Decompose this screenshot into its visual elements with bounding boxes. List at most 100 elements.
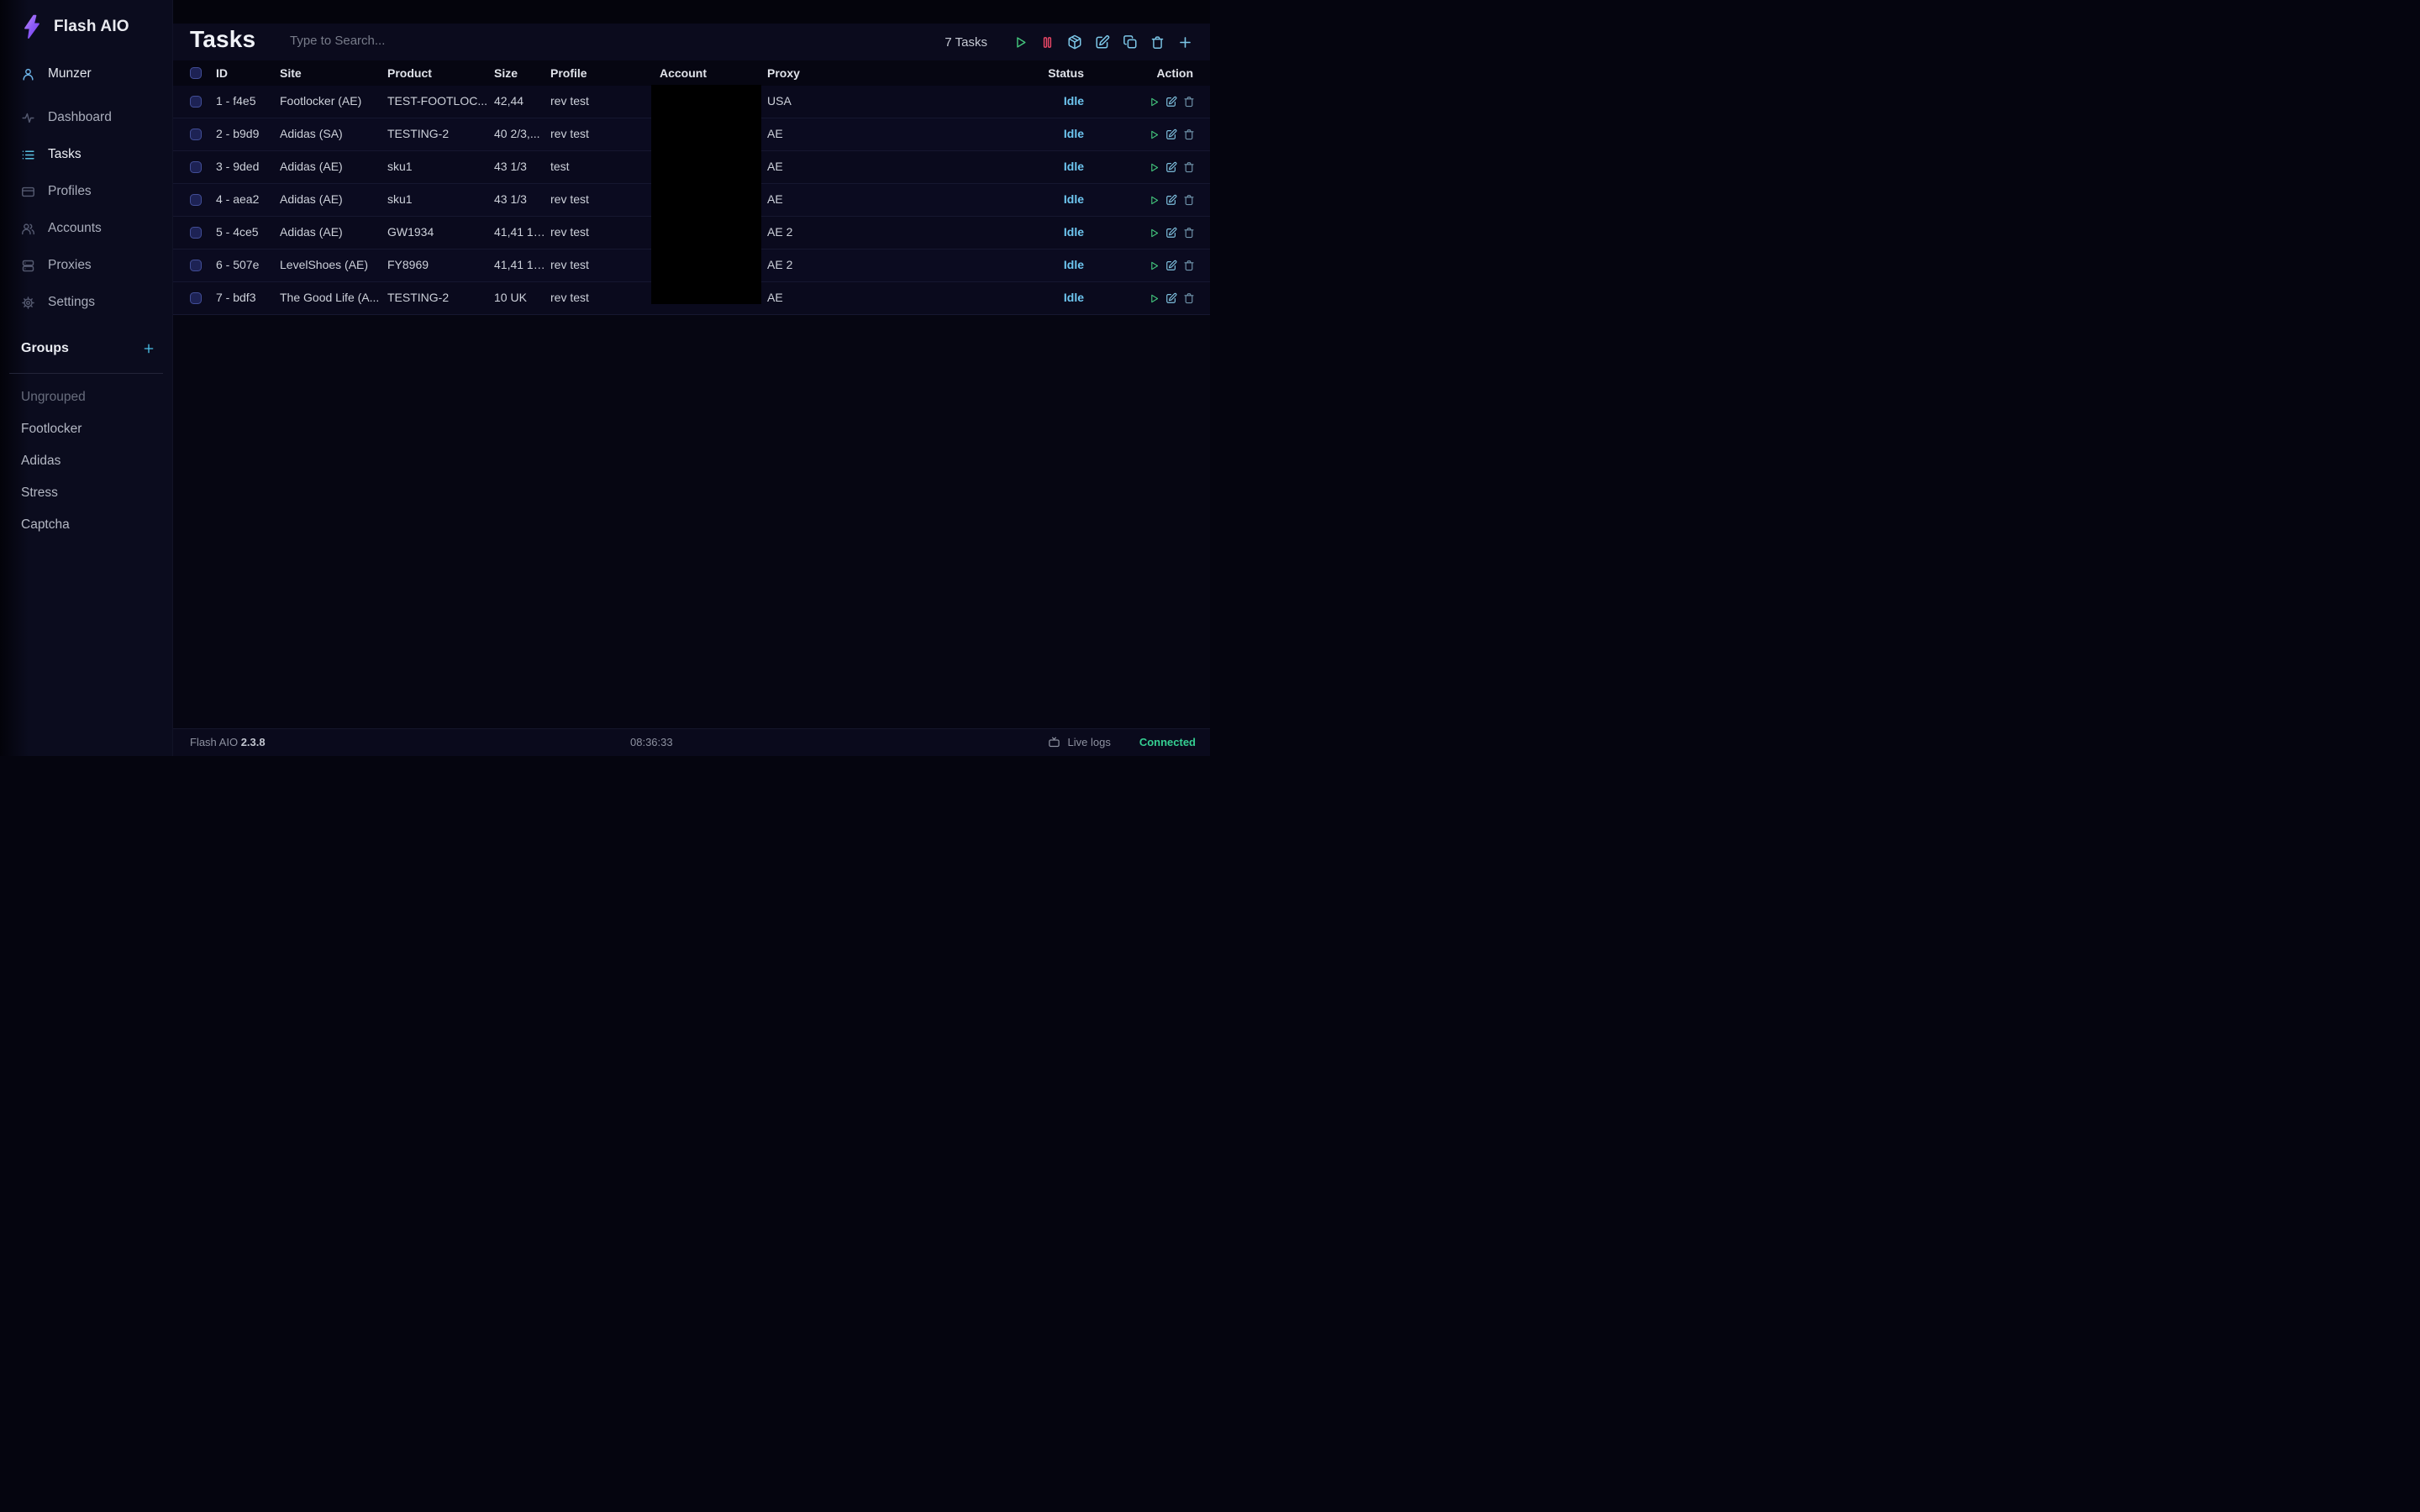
status-badge: Idle <box>1064 217 1084 248</box>
delete-button[interactable] <box>1150 35 1165 50</box>
product-cell: GW1934 <box>387 217 489 248</box>
table-header: ID Site Product Size Profile Account Pro… <box>172 60 1210 87</box>
row-play-button[interactable] <box>1149 162 1160 173</box>
task-id-cell: 1 - f4e5 <box>216 86 275 117</box>
row-edit-button[interactable] <box>1165 194 1177 206</box>
column-header-status: Status <box>1048 60 1084 86</box>
trash-icon <box>1183 161 1195 173</box>
sidebar-group-adidas[interactable]: Adidas <box>0 445 172 477</box>
row-play-button[interactable] <box>1149 260 1160 271</box>
trash-icon <box>1150 35 1165 50</box>
search-input[interactable]: Type to Search... <box>290 34 475 48</box>
site-cell: Adidas (AE) <box>280 184 382 215</box>
sidebar-item-profiles[interactable]: Profiles <box>0 173 172 210</box>
select-all-checkbox[interactable] <box>190 67 202 79</box>
sidebar-item-settings[interactable]: Settings <box>0 284 172 321</box>
main-content: Tasks Type to Search... 7 Tasks ID Site … <box>172 0 1210 756</box>
row-edit-button[interactable] <box>1165 161 1177 173</box>
row-edit-button[interactable] <box>1165 227 1177 239</box>
package-button[interactable] <box>1067 34 1082 50</box>
row-edit-button[interactable] <box>1165 96 1177 108</box>
lightning-bolt-icon <box>21 14 43 39</box>
connection-status: Connected <box>1139 736 1196 748</box>
column-header-product: Product <box>387 60 432 86</box>
row-play-button[interactable] <box>1149 129 1160 140</box>
row-delete-button[interactable] <box>1183 129 1195 140</box>
row-delete-button[interactable] <box>1183 161 1195 173</box>
proxy-cell: AE 2 <box>767 217 847 248</box>
profile-cell: rev test <box>550 249 634 281</box>
row-edit-button[interactable] <box>1165 292 1177 304</box>
column-header-proxy: Proxy <box>767 60 800 86</box>
site-cell: Adidas (AE) <box>280 217 382 248</box>
status-badge: Idle <box>1064 86 1084 117</box>
sidebar-item-dashboard[interactable]: Dashboard <box>0 99 172 136</box>
profile-cell: rev test <box>550 217 634 248</box>
row-checkbox[interactable] <box>190 292 202 304</box>
row-delete-button[interactable] <box>1183 227 1195 239</box>
add-group-button[interactable] <box>142 342 155 355</box>
site-cell: Adidas (SA) <box>280 118 382 150</box>
add-task-button[interactable] <box>1177 34 1193 50</box>
row-checkbox[interactable] <box>190 96 202 108</box>
product-cell: TEST-FOOTLOC... <box>387 86 489 117</box>
row-checkbox[interactable] <box>190 129 202 140</box>
proxy-cell: USA <box>767 86 847 117</box>
sidebar-group-captcha[interactable]: Captcha <box>0 509 172 541</box>
sidebar-item-user[interactable]: Munzer <box>0 55 172 92</box>
product-cell: TESTING-2 <box>387 118 489 150</box>
sidebar-group-footlocker[interactable]: Footlocker <box>0 413 172 445</box>
sidebar: Flash AIO Munzer Dashboard Tasks <box>0 0 173 756</box>
site-cell: The Good Life (A... <box>280 282 382 313</box>
site-cell: Adidas (AE) <box>280 151 382 182</box>
edit-icon <box>1095 34 1110 50</box>
row-delete-button[interactable] <box>1183 96 1195 108</box>
play-icon <box>1149 195 1160 206</box>
size-cell: 43 1/3 <box>494 151 546 182</box>
edit-icon <box>1165 227 1177 239</box>
row-delete-button[interactable] <box>1183 194 1195 206</box>
play-icon <box>1149 228 1160 239</box>
site-cell: LevelShoes (AE) <box>280 249 382 281</box>
sidebar-item-accounts[interactable]: Accounts <box>0 210 172 247</box>
row-edit-button[interactable] <box>1165 260 1177 271</box>
row-checkbox[interactable] <box>190 161 202 173</box>
row-play-button[interactable] <box>1149 97 1160 108</box>
task-id-cell: 5 - 4ce5 <box>216 217 275 248</box>
sidebar-item-tasks[interactable]: Tasks <box>0 136 172 173</box>
proxy-cell: AE 2 <box>767 249 847 281</box>
profile-cell: rev test <box>550 86 634 117</box>
activity-icon <box>21 111 35 125</box>
row-delete-button[interactable] <box>1183 292 1195 304</box>
row-checkbox[interactable] <box>190 260 202 271</box>
sidebar-group-stress[interactable]: Stress <box>0 477 172 509</box>
row-play-button[interactable] <box>1149 293 1160 304</box>
copy-button[interactable] <box>1123 34 1138 50</box>
row-actions <box>1149 184 1195 216</box>
play-icon <box>1149 162 1160 173</box>
row-checkbox[interactable] <box>190 227 202 239</box>
profile-cell: test <box>550 151 634 182</box>
sidebar-item-label: Profiles <box>48 184 92 199</box>
column-header-account: Account <box>660 60 707 86</box>
play-button[interactable] <box>1013 35 1028 50</box>
app-title: Flash AIO <box>54 18 129 36</box>
row-play-button[interactable] <box>1149 228 1160 239</box>
divider <box>9 373 163 374</box>
live-logs-button[interactable]: Live logs <box>1068 736 1111 748</box>
size-cell: 41,41 1/... <box>494 217 546 248</box>
row-play-button[interactable] <box>1149 195 1160 206</box>
sidebar-item-proxies[interactable]: Proxies <box>0 247 172 284</box>
row-edit-button[interactable] <box>1165 129 1177 140</box>
sidebar-item-label: Munzer <box>48 66 92 81</box>
trash-icon <box>1183 194 1195 206</box>
column-header-id: ID <box>216 60 228 86</box>
task-id-cell: 3 - 9ded <box>216 151 275 182</box>
edit-button[interactable] <box>1095 34 1110 50</box>
sidebar-item-label: Dashboard <box>48 110 112 125</box>
sidebar-group-ungrouped[interactable]: Ungrouped <box>0 381 172 413</box>
row-checkbox[interactable] <box>190 194 202 206</box>
pause-button[interactable] <box>1040 35 1055 50</box>
row-delete-button[interactable] <box>1183 260 1195 271</box>
credit-card-icon <box>21 185 35 199</box>
